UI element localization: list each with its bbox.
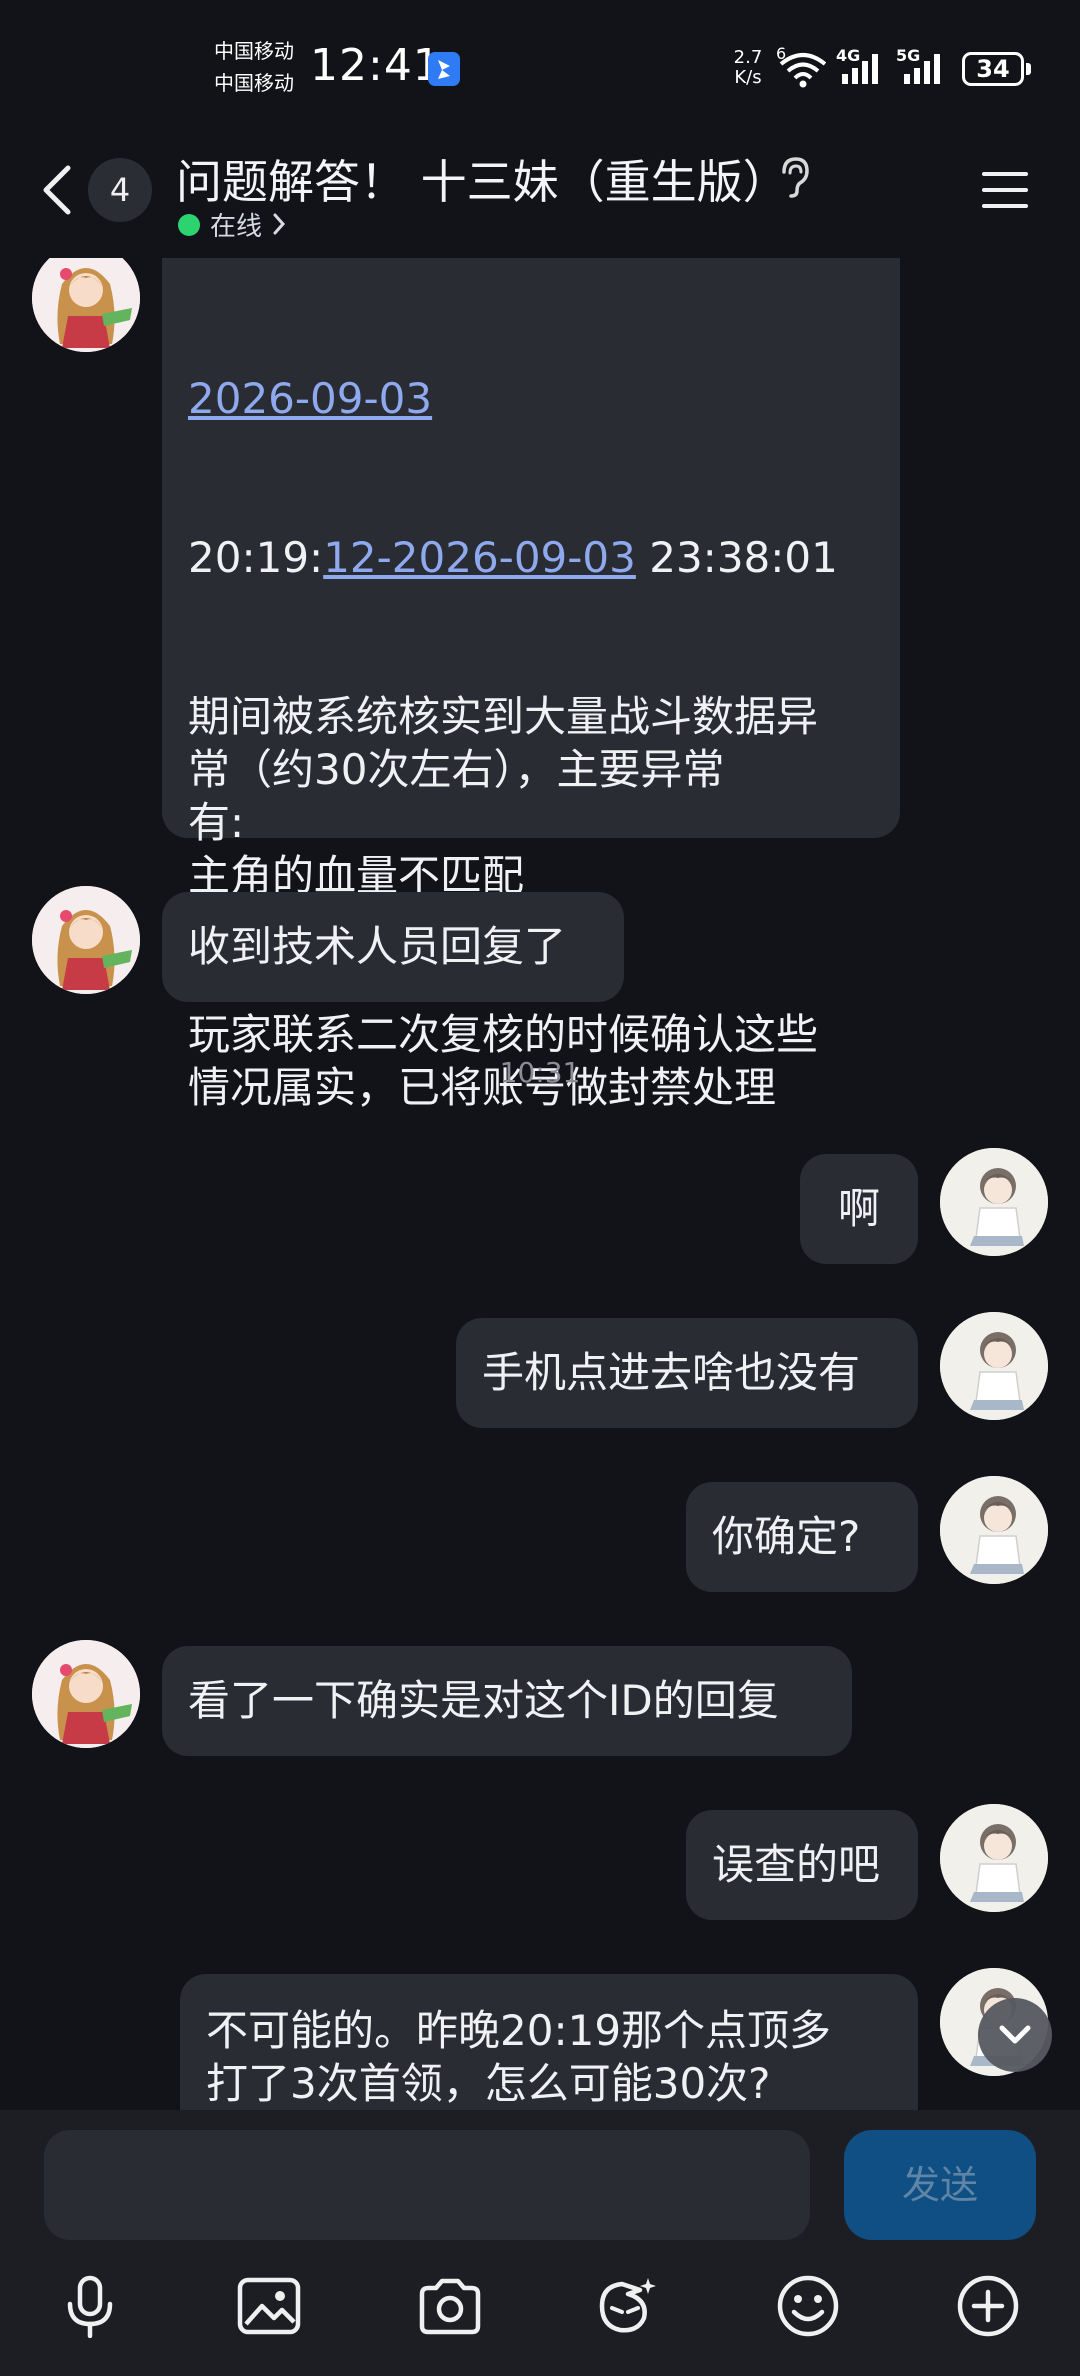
timestamp: 10:31 (499, 1056, 581, 1089)
avatar[interactable] (940, 1312, 1048, 1420)
signal-icon-2 (902, 52, 946, 86)
battery-cap (1026, 63, 1031, 75)
ear-icon[interactable] (772, 154, 816, 200)
battery-icon: 34 (962, 52, 1024, 86)
back-icon[interactable] (34, 160, 84, 220)
message-bubble[interactable]: 不可能的。昨晚20:19那个点顶多 打了3次首领，怎么可能30次? (180, 1974, 918, 2110)
microphone-icon[interactable] (62, 2274, 118, 2338)
message-text-line1: 2026-09-03 (188, 372, 874, 425)
avatar[interactable] (32, 258, 140, 352)
message-bubble[interactable]: 手机点进去啥也没有 (456, 1318, 918, 1428)
carrier-1: 中国移动 (214, 39, 294, 63)
input-bar: 发送 (0, 2110, 1080, 2376)
message-input[interactable] (44, 2130, 810, 2240)
menu-icon[interactable] (980, 168, 1030, 212)
message-bubble[interactable]: 看了一下确实是对这个ID的回复 (162, 1646, 852, 1756)
send-button[interactable]: 发送 (844, 2130, 1036, 2240)
chat-header: 4 问题解答！ 十三妹（重生版） 在线 (0, 140, 1080, 258)
status-bar: 中国移动 中国移动 12:41 2.7 K/s 6 4G 5G 34 (0, 0, 1080, 140)
chat-title[interactable]: 问题解答！ 十三妹（重生版） (176, 146, 789, 212)
plus-icon[interactable] (956, 2274, 1020, 2338)
message-text-line2: 20:19:12-2026-09-03 23:38:01 (188, 533, 838, 582)
net-speed: 2.7 K/s (733, 47, 763, 88)
unread-badge[interactable]: 4 (88, 158, 152, 222)
status-time: 12:41 (310, 40, 442, 91)
signal-icon-1 (840, 52, 884, 86)
message-bubble[interactable]: 2026-09-03 20:19:12-2026-09-03 23:38:01 … (162, 258, 900, 1112)
message-bubble[interactable]: 啊 (800, 1154, 918, 1264)
scroll-to-bottom-button[interactable] (978, 1998, 1052, 2072)
online-status[interactable]: 在线 (210, 206, 262, 243)
avatar[interactable] (940, 1148, 1048, 1256)
date-link[interactable]: 2026-09-03 (188, 374, 432, 423)
sticker-icon[interactable] (592, 2272, 662, 2338)
chevron-right-icon[interactable] (272, 212, 286, 236)
carrier-2: 中国移动 (214, 71, 294, 95)
avatar[interactable] (940, 1476, 1048, 1584)
message-bubble[interactable]: 收到技术人员回复了 (162, 892, 624, 1002)
avatar[interactable] (32, 1640, 140, 1748)
avatar[interactable] (32, 886, 140, 994)
avatar[interactable] (940, 1804, 1048, 1912)
emoji-icon[interactable] (776, 2274, 840, 2338)
date-link[interactable]: 12-2026-09-03 (323, 533, 636, 582)
app-notification-icon (428, 52, 460, 86)
message-bubble[interactable]: 你确定? (686, 1482, 918, 1592)
online-status-dot (178, 214, 200, 236)
message-list[interactable]: 2026-09-03 20:19:12-2026-09-03 23:38:01 … (0, 258, 1080, 2110)
camera-icon[interactable] (416, 2278, 484, 2336)
message-bubble[interactable]: 误查的吧 (686, 1810, 918, 1920)
image-icon[interactable] (236, 2276, 302, 2336)
wifi-label: 6 (776, 44, 787, 63)
